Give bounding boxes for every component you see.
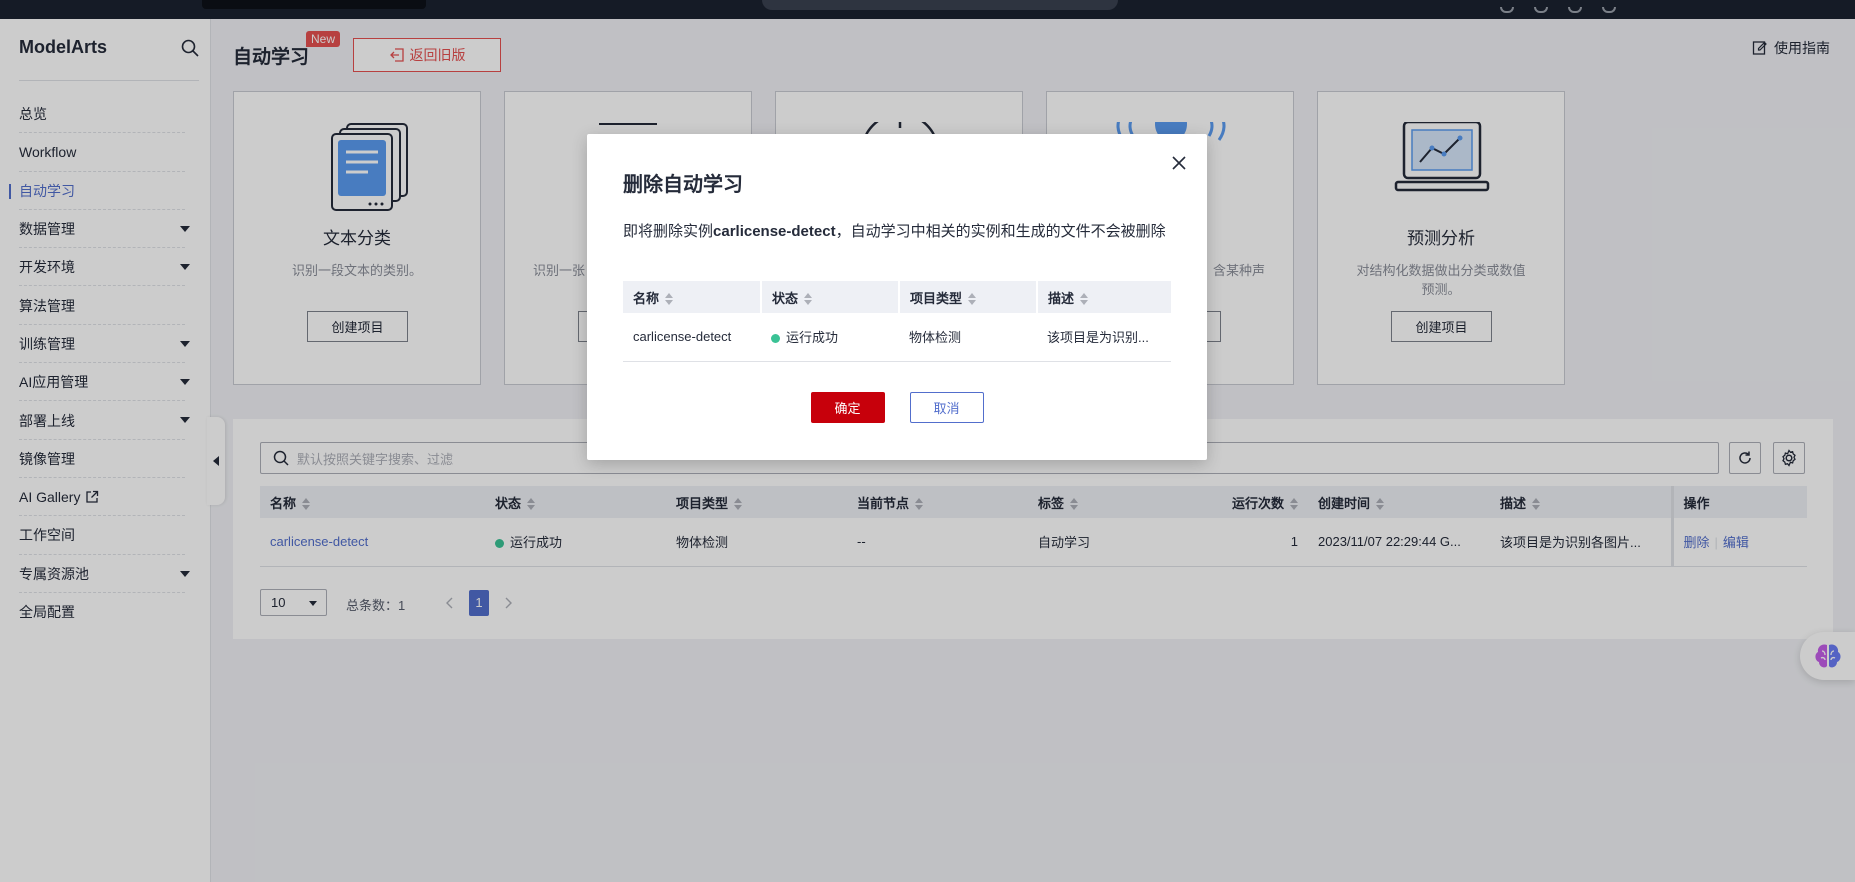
table-header-row: 名称 状态 项目类型 描述 bbox=[623, 281, 1171, 313]
cell-name: carlicense-detect bbox=[623, 313, 761, 362]
column-header-name[interactable]: 名称 bbox=[623, 281, 762, 313]
cell-status: 运行成功 bbox=[761, 313, 899, 362]
sort-icon[interactable] bbox=[1080, 293, 1089, 306]
dialog-message: 即将删除实例carlicense-detect，自动学习中相关的实例和生成的文件… bbox=[623, 221, 1173, 243]
delete-dialog: 删除自动学习 即将删除实例carlicense-detect，自动学习中相关的实… bbox=[587, 134, 1207, 460]
close-icon[interactable] bbox=[1169, 153, 1189, 173]
column-header-label: 状态 bbox=[772, 290, 799, 306]
sort-icon[interactable] bbox=[968, 293, 977, 306]
dialog-table: 名称 状态 项目类型 描述 carlicense-detect 运行成功 物体检… bbox=[623, 281, 1171, 362]
column-header-type[interactable]: 项目类型 bbox=[899, 281, 1038, 313]
dialog-buttons: 确定 取消 bbox=[587, 392, 1207, 423]
column-header-desc[interactable]: 描述 bbox=[1037, 281, 1171, 313]
message-instance-name: carlicense-detect bbox=[713, 223, 836, 240]
sort-icon[interactable] bbox=[665, 293, 674, 306]
confirm-button[interactable]: 确定 bbox=[810, 392, 885, 423]
sort-icon[interactable] bbox=[804, 293, 813, 306]
column-header-status[interactable]: 状态 bbox=[761, 281, 900, 313]
status-success-icon bbox=[771, 334, 780, 344]
table-row: carlicense-detect 运行成功 物体检测 该项目是为识别... bbox=[623, 313, 1171, 362]
column-header-label: 名称 bbox=[633, 290, 660, 306]
cancel-button[interactable]: 取消 bbox=[909, 392, 984, 423]
status-text: 运行成功 bbox=[786, 330, 839, 346]
column-header-label: 描述 bbox=[1048, 290, 1075, 306]
message-suffix: ，自动学习中相关的实例和生成的文件不会被删除 bbox=[835, 223, 1166, 240]
cell-desc: 该项目是为识别... bbox=[1037, 313, 1171, 362]
dialog-title: 删除自动学习 bbox=[623, 174, 743, 196]
cell-type: 物体检测 bbox=[899, 313, 1037, 362]
column-header-label: 项目类型 bbox=[910, 290, 963, 306]
message-prefix: 即将删除实例 bbox=[623, 223, 714, 240]
